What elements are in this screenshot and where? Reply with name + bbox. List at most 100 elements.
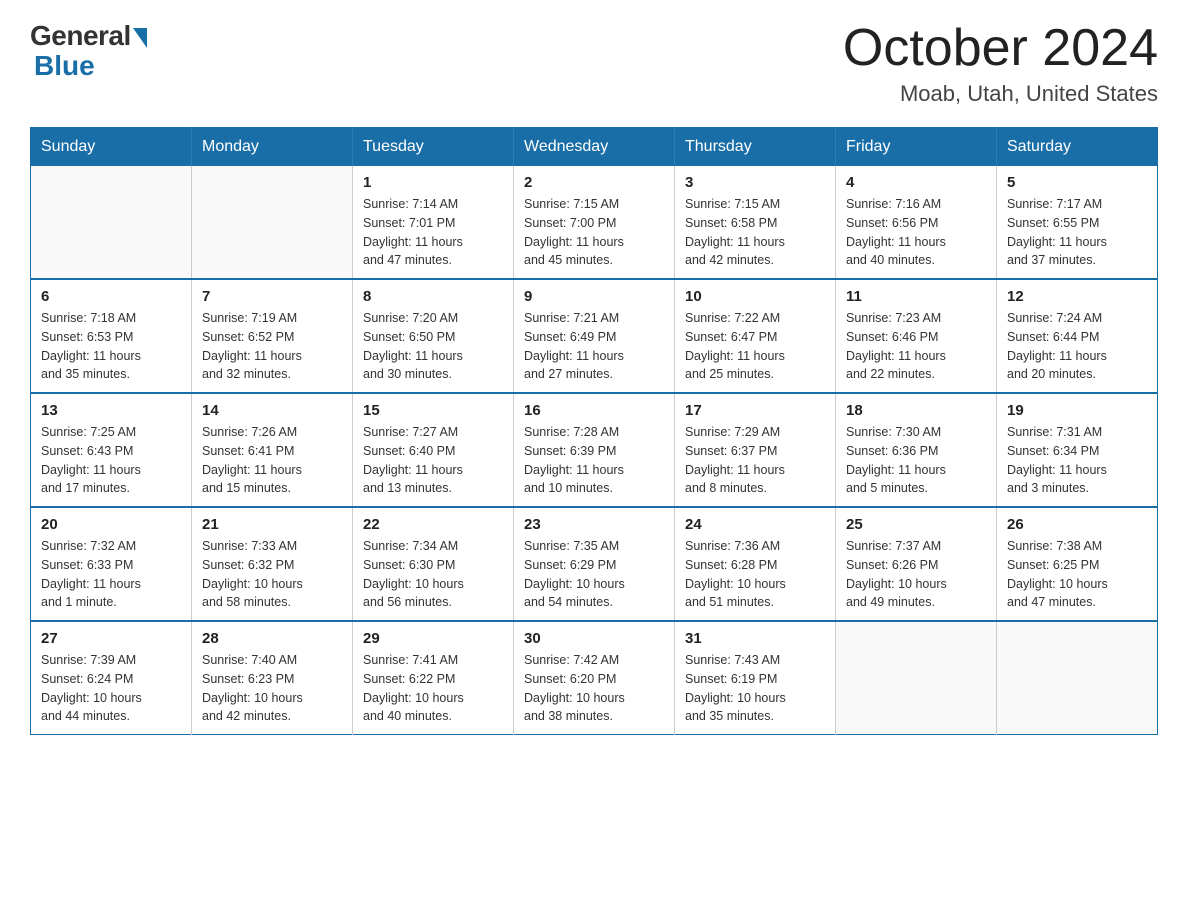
calendar-cell bbox=[997, 621, 1158, 735]
calendar-cell: 13Sunrise: 7:25 AM Sunset: 6:43 PM Dayli… bbox=[31, 393, 192, 507]
calendar-cell: 8 Sunrise: 7:20 AM Sunset: 6:50 PM Daylig… bbox=[353, 279, 514, 393]
calendar-cell: 28Sunrise: 7:40 AM Sunset: 6:23 PM Dayli… bbox=[192, 621, 353, 735]
header-day-wednesday: Wednesday bbox=[514, 128, 675, 167]
day-number: 7 bbox=[202, 288, 342, 305]
day-number: 16 bbox=[524, 402, 664, 419]
header-day-sunday: Sunday bbox=[31, 128, 192, 167]
calendar-cell: 20 Sunrise: 7:32 AM Sunset: 6:33 PM Dayli… bbox=[31, 507, 192, 621]
day-info: Sunrise: 7:30 AM Sunset: 6:36 PM Dayligh… bbox=[846, 423, 986, 498]
calendar-cell: 31 Sunrise: 7:43 AM Sunset: 6:19 PM Dayli… bbox=[675, 621, 836, 735]
day-number: 27 bbox=[41, 630, 181, 647]
day-number: 23 bbox=[524, 516, 664, 533]
day-info: Sunrise: 7:21 AM Sunset: 6:49 PM Dayligh… bbox=[524, 309, 664, 384]
day-info: Sunrise: 7:18 AM Sunset: 6:53 PM Dayligh… bbox=[41, 309, 181, 384]
calendar-cell: 11 Sunrise: 7:23 AM Sunset: 6:46 PM Dayli… bbox=[836, 279, 997, 393]
title-section: October 2024 Moab, Utah, United States bbox=[843, 20, 1158, 107]
day-info: Sunrise: 7:26 AM Sunset: 6:41 PM Dayligh… bbox=[202, 423, 342, 498]
day-number: 31 bbox=[685, 630, 825, 647]
calendar-cell: 4 Sunrise: 7:16 AM Sunset: 6:56 PM Daylig… bbox=[836, 166, 997, 279]
day-info: Sunrise: 7:31 AM Sunset: 6:34 PM Dayligh… bbox=[1007, 423, 1147, 498]
day-info: Sunrise: 7:17 AM Sunset: 6:55 PM Dayligh… bbox=[1007, 195, 1147, 270]
logo-arrow-icon bbox=[133, 28, 147, 48]
week-row-4: 20 Sunrise: 7:32 AM Sunset: 6:33 PM Dayli… bbox=[31, 507, 1158, 621]
calendar-table: SundayMondayTuesdayWednesdayThursdayFrid… bbox=[30, 127, 1158, 735]
logo-general-text: General bbox=[30, 20, 131, 52]
calendar-cell: 14 Sunrise: 7:26 AM Sunset: 6:41 PM Dayli… bbox=[192, 393, 353, 507]
day-info: Sunrise: 7:37 AM Sunset: 6:26 PM Dayligh… bbox=[846, 537, 986, 612]
day-number: 9 bbox=[524, 288, 664, 305]
month-title: October 2024 bbox=[843, 20, 1158, 77]
day-info: Sunrise: 7:15 AM Sunset: 6:58 PM Dayligh… bbox=[685, 195, 825, 270]
calendar-cell: 18 Sunrise: 7:30 AM Sunset: 6:36 PM Dayli… bbox=[836, 393, 997, 507]
day-number: 21 bbox=[202, 516, 342, 533]
day-info: Sunrise: 7:16 AM Sunset: 6:56 PM Dayligh… bbox=[846, 195, 986, 270]
day-info: Sunrise: 7:23 AM Sunset: 6:46 PM Dayligh… bbox=[846, 309, 986, 384]
day-info: Sunrise: 7:22 AM Sunset: 6:47 PM Dayligh… bbox=[685, 309, 825, 384]
day-info: Sunrise: 7:36 AM Sunset: 6:28 PM Dayligh… bbox=[685, 537, 825, 612]
day-number: 15 bbox=[363, 402, 503, 419]
calendar-cell: 19 Sunrise: 7:31 AM Sunset: 6:34 PM Dayli… bbox=[997, 393, 1158, 507]
calendar-cell: 30 Sunrise: 7:42 AM Sunset: 6:20 PM Dayli… bbox=[514, 621, 675, 735]
day-info: Sunrise: 7:19 AM Sunset: 6:52 PM Dayligh… bbox=[202, 309, 342, 384]
calendar-header: SundayMondayTuesdayWednesdayThursdayFrid… bbox=[31, 128, 1158, 167]
day-number: 6 bbox=[41, 288, 181, 305]
header-row: SundayMondayTuesdayWednesdayThursdayFrid… bbox=[31, 128, 1158, 167]
week-row-1: 1Sunrise: 7:14 AM Sunset: 7:01 PM Daylig… bbox=[31, 166, 1158, 279]
day-info: Sunrise: 7:43 AM Sunset: 6:19 PM Dayligh… bbox=[685, 651, 825, 726]
calendar-cell: 26 Sunrise: 7:38 AM Sunset: 6:25 PM Dayli… bbox=[997, 507, 1158, 621]
calendar-cell: 6 Sunrise: 7:18 AM Sunset: 6:53 PM Daylig… bbox=[31, 279, 192, 393]
calendar-cell: 22Sunrise: 7:34 AM Sunset: 6:30 PM Dayli… bbox=[353, 507, 514, 621]
location-text: Moab, Utah, United States bbox=[843, 81, 1158, 107]
calendar-cell: 5 Sunrise: 7:17 AM Sunset: 6:55 PM Daylig… bbox=[997, 166, 1158, 279]
header-day-monday: Monday bbox=[192, 128, 353, 167]
day-number: 12 bbox=[1007, 288, 1147, 305]
day-info: Sunrise: 7:35 AM Sunset: 6:29 PM Dayligh… bbox=[524, 537, 664, 612]
day-number: 14 bbox=[202, 402, 342, 419]
calendar-cell: 21 Sunrise: 7:33 AM Sunset: 6:32 PM Dayli… bbox=[192, 507, 353, 621]
calendar-cell bbox=[192, 166, 353, 279]
day-info: Sunrise: 7:20 AM Sunset: 6:50 PM Dayligh… bbox=[363, 309, 503, 384]
day-info: Sunrise: 7:38 AM Sunset: 6:25 PM Dayligh… bbox=[1007, 537, 1147, 612]
day-info: Sunrise: 7:39 AM Sunset: 6:24 PM Dayligh… bbox=[41, 651, 181, 726]
calendar-cell bbox=[836, 621, 997, 735]
day-number: 8 bbox=[363, 288, 503, 305]
day-info: Sunrise: 7:15 AM Sunset: 7:00 PM Dayligh… bbox=[524, 195, 664, 270]
calendar-cell: 2Sunrise: 7:15 AM Sunset: 7:00 PM Daylig… bbox=[514, 166, 675, 279]
day-number: 13 bbox=[41, 402, 181, 419]
day-number: 28 bbox=[202, 630, 342, 647]
calendar-cell: 25 Sunrise: 7:37 AM Sunset: 6:26 PM Dayli… bbox=[836, 507, 997, 621]
day-number: 24 bbox=[685, 516, 825, 533]
day-info: Sunrise: 7:42 AM Sunset: 6:20 PM Dayligh… bbox=[524, 651, 664, 726]
day-number: 20 bbox=[41, 516, 181, 533]
day-number: 26 bbox=[1007, 516, 1147, 533]
header-day-friday: Friday bbox=[836, 128, 997, 167]
week-row-2: 6 Sunrise: 7:18 AM Sunset: 6:53 PM Daylig… bbox=[31, 279, 1158, 393]
day-number: 18 bbox=[846, 402, 986, 419]
calendar-cell: 1Sunrise: 7:14 AM Sunset: 7:01 PM Daylig… bbox=[353, 166, 514, 279]
calendar-cell: 15 Sunrise: 7:27 AM Sunset: 6:40 PM Dayli… bbox=[353, 393, 514, 507]
day-info: Sunrise: 7:33 AM Sunset: 6:32 PM Dayligh… bbox=[202, 537, 342, 612]
logo: General Blue bbox=[30, 20, 147, 82]
day-number: 3 bbox=[685, 174, 825, 191]
calendar-cell: 3 Sunrise: 7:15 AM Sunset: 6:58 PM Daylig… bbox=[675, 166, 836, 279]
day-info: Sunrise: 7:41 AM Sunset: 6:22 PM Dayligh… bbox=[363, 651, 503, 726]
calendar-cell: 16Sunrise: 7:28 AM Sunset: 6:39 PM Dayli… bbox=[514, 393, 675, 507]
calendar-cell: 23 Sunrise: 7:35 AM Sunset: 6:29 PM Dayli… bbox=[514, 507, 675, 621]
day-number: 25 bbox=[846, 516, 986, 533]
calendar-cell: 27 Sunrise: 7:39 AM Sunset: 6:24 PM Dayli… bbox=[31, 621, 192, 735]
day-number: 4 bbox=[846, 174, 986, 191]
day-number: 30 bbox=[524, 630, 664, 647]
header-day-thursday: Thursday bbox=[675, 128, 836, 167]
header-day-saturday: Saturday bbox=[997, 128, 1158, 167]
calendar-cell: 29Sunrise: 7:41 AM Sunset: 6:22 PM Dayli… bbox=[353, 621, 514, 735]
day-info: Sunrise: 7:27 AM Sunset: 6:40 PM Dayligh… bbox=[363, 423, 503, 498]
day-number: 17 bbox=[685, 402, 825, 419]
day-number: 10 bbox=[685, 288, 825, 305]
day-info: Sunrise: 7:29 AM Sunset: 6:37 PM Dayligh… bbox=[685, 423, 825, 498]
day-number: 11 bbox=[846, 288, 986, 305]
day-number: 5 bbox=[1007, 174, 1147, 191]
day-number: 19 bbox=[1007, 402, 1147, 419]
day-info: Sunrise: 7:32 AM Sunset: 6:33 PM Dayligh… bbox=[41, 537, 181, 612]
day-info: Sunrise: 7:24 AM Sunset: 6:44 PM Dayligh… bbox=[1007, 309, 1147, 384]
calendar-cell: 17 Sunrise: 7:29 AM Sunset: 6:37 PM Dayli… bbox=[675, 393, 836, 507]
